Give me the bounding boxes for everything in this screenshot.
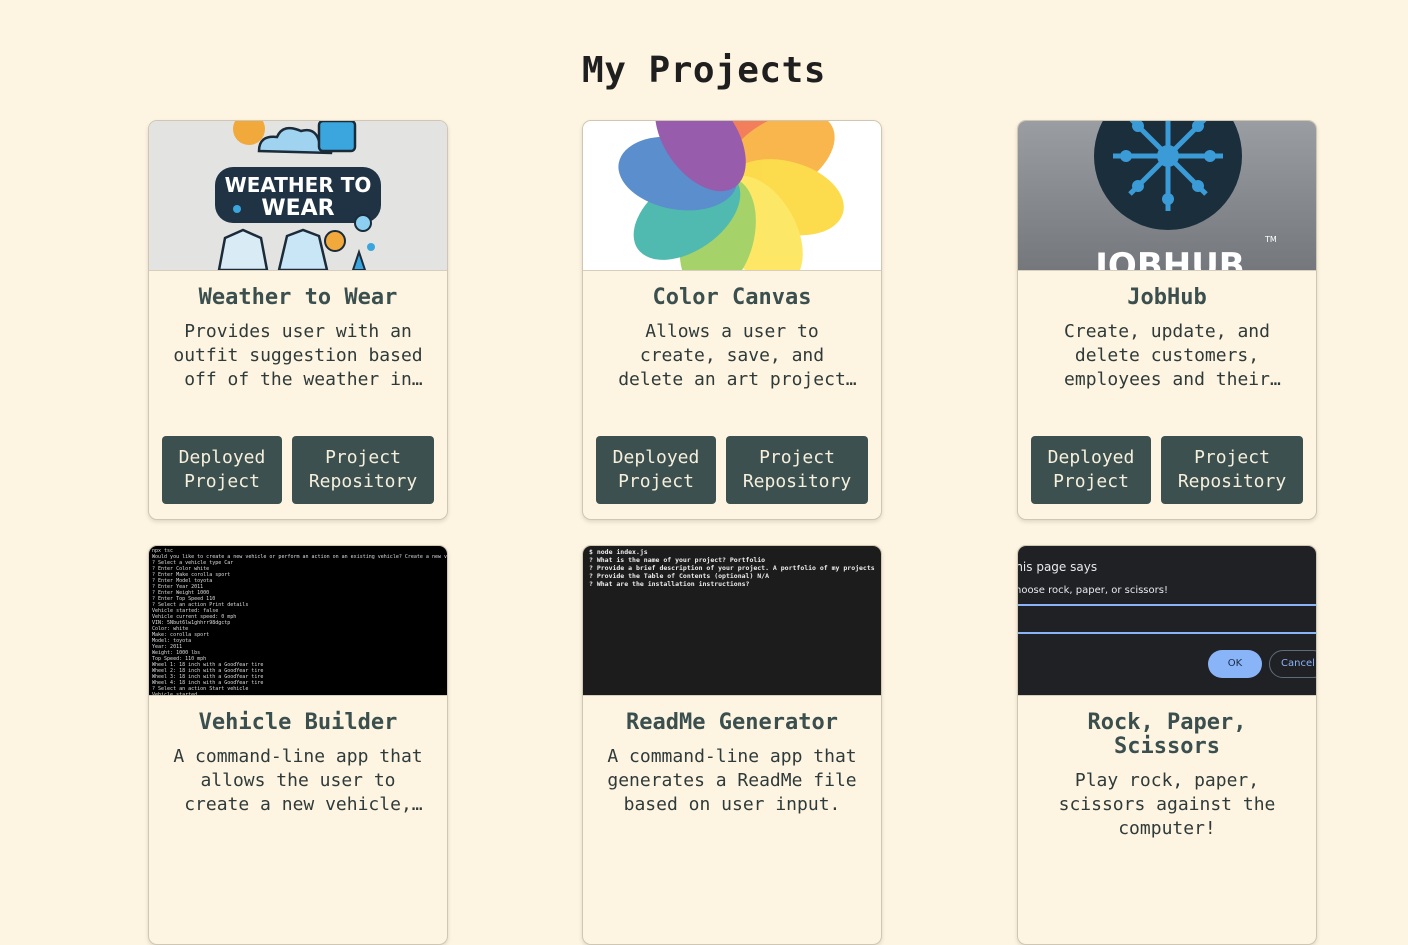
project-card-rock-paper-scissors: This page says Choose rock, paper, or sc…: [1017, 545, 1317, 945]
project-title: Rock, Paper, Scissors: [1087, 710, 1247, 759]
project-thumbnail-jobhub: JOBHUB TM: [1018, 121, 1316, 271]
color-petals-image: [618, 121, 844, 270]
project-card-color-canvas: Color Canvas Allows a user to create, sa…: [582, 120, 882, 520]
project-title: JobHub: [1127, 285, 1207, 310]
terminal-line: ? What are the installation instructions…: [589, 580, 750, 588]
terminal-line: Vehicle started: [152, 692, 198, 695]
project-card-readme-generator: $ node index.js? What is the name of you…: [582, 545, 882, 945]
project-buttons: Deployed Project Project Repository: [162, 436, 434, 504]
terminal-screenshot: npx tsc Would you like to create a new ve…: [149, 546, 447, 695]
deployed-project-button[interactable]: Deployed Project: [162, 436, 282, 504]
project-buttons: Deployed Project Project Repository: [1031, 436, 1303, 504]
deployed-project-button[interactable]: Deployed Project: [596, 436, 716, 504]
project-card-jobhub: JOBHUB TM JobHub Create, update, and del…: [1017, 120, 1317, 520]
project-card-weather-to-wear: WEATHER TO WEAR Weather to Wear Provides…: [148, 120, 448, 520]
project-title: Weather to Wear: [198, 285, 398, 310]
terminal-screenshot: $ node index.js? What is the name of you…: [583, 546, 881, 695]
project-description: Provides user with an outfit suggestion …: [173, 321, 423, 390]
dialog-heading: This page says: [1018, 560, 1098, 574]
project-buttons: Deployed Project Project Repository: [596, 436, 868, 504]
project-thumbnail-vehicle-builder: npx tsc Would you like to create a new ve…: [149, 546, 447, 696]
jobhub-logo-image: JOBHUB TM: [1093, 121, 1277, 270]
project-description: Play rock, paper, scissors against the c…: [1058, 770, 1276, 839]
project-title: ReadMe Generator: [626, 710, 838, 735]
project-thumbnail-readme-generator: $ node index.js? What is the name of you…: [583, 546, 881, 696]
project-title: Vehicle Builder: [198, 710, 398, 735]
project-description: Create, update, and delete customers, em…: [1064, 321, 1270, 390]
project-card-vehicle-builder: npx tsc Would you like to create a new ve…: [148, 545, 448, 945]
project-repository-button[interactable]: Project Repository: [726, 436, 868, 504]
terminal-line: ? Provide a brief description of your pr…: [589, 564, 875, 572]
project-description: A command-line app that generates a Read…: [607, 746, 857, 815]
terminal-line: $ node index.js: [589, 548, 648, 556]
weather-to-wear-logo-image: WEATHER TO WEAR: [215, 121, 381, 270]
dialog-message: Choose rock, paper, or scissors!: [1018, 585, 1168, 596]
project-thumbnail-color-canvas: [583, 121, 881, 271]
thumb-text-line1: WEATHER TO: [225, 173, 372, 197]
project-description: Allows a user to create, save, and delet…: [618, 321, 846, 390]
browser-dialog-screenshot: This page says Choose rock, paper, or sc…: [1018, 546, 1316, 695]
project-repository-button[interactable]: Project Repository: [292, 436, 434, 504]
dialog-input: [1018, 604, 1316, 634]
terminal-line: ? Provide the Table of Contents (optiona…: [589, 572, 770, 580]
dialog-ok-button: OK: [1208, 650, 1262, 678]
project-description: A command-line app that allows the user …: [173, 746, 423, 815]
deployed-project-button[interactable]: Deployed Project: [1031, 436, 1151, 504]
project-thumbnail-rps: This page says Choose rock, paper, or sc…: [1018, 546, 1316, 696]
projects-grid: WEATHER TO WEAR Weather to Wear Provides…: [0, 0, 1408, 945]
terminal-line: ? What is the name of your project? Port…: [589, 556, 766, 564]
project-thumbnail-weather: WEATHER TO WEAR: [149, 121, 447, 271]
thumb-text-jobhub: JOBHUB: [1093, 246, 1244, 270]
trademark-mark: TM: [1264, 235, 1277, 244]
project-title: Color Canvas: [652, 285, 812, 310]
thumb-text-line2: WEAR: [261, 196, 334, 221]
project-repository-button[interactable]: Project Repository: [1161, 436, 1303, 504]
dialog-cancel-button: Cancel: [1269, 650, 1316, 678]
